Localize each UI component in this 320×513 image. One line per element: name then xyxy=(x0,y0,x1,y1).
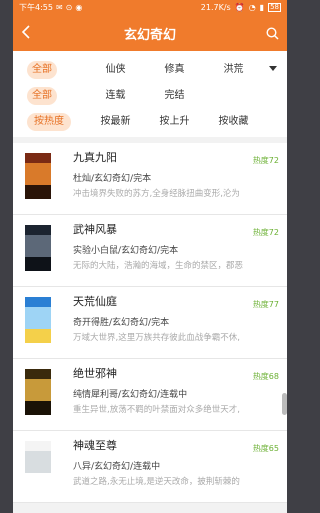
filter-category-honghuang[interactable]: 洪荒 xyxy=(204,61,263,79)
signal-icon: ▮ xyxy=(259,2,265,12)
sort-by-newest[interactable]: 按最新 xyxy=(86,113,145,131)
app-header: 玄幻奇幻 xyxy=(13,15,287,51)
sort-by-favorites[interactable]: 按收藏 xyxy=(204,113,263,131)
filter-category-xianxia[interactable]: 仙侠 xyxy=(86,61,145,79)
back-button[interactable] xyxy=(21,24,41,43)
book-info: 神魂至尊 八异/玄幻奇幻/连载中 武道之路,永无止境,是逆天改命，披荆斩棘的 xyxy=(73,438,277,502)
book-list: 九真九阳 杜灿/玄幻奇幻/完本 冲击境界失败的苏方,全身经脉扭曲变形,沦为 热度… xyxy=(13,143,287,503)
filter-status-serial[interactable]: 连载 xyxy=(86,87,145,105)
book-cover xyxy=(25,297,51,343)
heat-badge: 热度65 xyxy=(252,444,279,453)
book-info: 武神风暴 实验小白鼠/玄幻奇幻/完本 无际的大陆，浩瀚的海域，生命的禁区，郡恶 xyxy=(73,222,277,286)
book-title: 绝世邪神 xyxy=(73,367,117,380)
book-meta: 八异/玄幻奇幻/连载中 xyxy=(73,462,161,472)
scrollbar[interactable] xyxy=(282,393,287,415)
book-title: 九真九阳 xyxy=(73,151,117,164)
book-cover xyxy=(25,153,51,199)
search-button[interactable] xyxy=(259,26,279,40)
status-filter-row: 全部 连载 完结 xyxy=(13,83,287,109)
wifi-icon: ◔ xyxy=(248,2,256,12)
sort-filter-row: 按热度 按最新 按上升 按收藏 xyxy=(13,109,287,135)
book-title: 武神风暴 xyxy=(73,223,117,236)
book-item[interactable]: 九真九阳 杜灿/玄幻奇幻/完本 冲击境界失败的苏方,全身经脉扭曲变形,沦为 热度… xyxy=(13,143,287,215)
notification-icon: ✉ xyxy=(55,2,63,12)
book-meta: 奇开得胜/玄幻奇幻/完本 xyxy=(73,318,170,328)
book-info: 九真九阳 杜灿/玄幻奇幻/完本 冲击境界失败的苏方,全身经脉扭曲变形,沦为 xyxy=(73,150,277,214)
heat-badge: 热度68 xyxy=(252,372,279,381)
phone-screen: 下午4:55 ✉ ⊙ ◉ 21.7K/s ⏰ ◔ ▮ 58 玄幻奇幻 全部 仙侠… xyxy=(13,0,287,513)
book-item[interactable]: 天荒仙庭 奇开得胜/玄幻奇幻/完本 万域大世界,这里万族共存彼此血战争霸不休, … xyxy=(13,287,287,359)
heat-badge: 热度72 xyxy=(252,228,279,237)
filter-category-all[interactable]: 全部 xyxy=(27,61,57,79)
book-desc: 无际的大陆，浩瀚的海域，生命的禁区，郡恶 xyxy=(73,261,244,271)
book-meta: 实验小白鼠/玄幻奇幻/完本 xyxy=(73,246,179,256)
book-title: 神魂至尊 xyxy=(73,439,117,452)
book-desc: 冲击境界失败的苏方,全身经脉扭曲变形,沦为 xyxy=(73,189,240,199)
book-item[interactable]: 神魂至尊 八异/玄幻奇幻/连载中 武道之路,永无止境,是逆天改命，披荆斩棘的 热… xyxy=(13,431,287,503)
book-item[interactable]: 绝世邪神 纯情犀利哥/玄幻奇幻/连载中 重生异世,放荡不羁的叶禁面对众多绝世天才… xyxy=(13,359,287,431)
book-desc: 重生异世,放荡不羁的叶禁面对众多绝世天才, xyxy=(73,405,240,415)
heat-badge: 热度72 xyxy=(252,156,279,165)
expand-caret-icon[interactable] xyxy=(269,66,277,71)
book-desc: 武道之路,永无止境,是逆天改命，披荆斩棘的 xyxy=(73,477,240,487)
book-cover xyxy=(25,225,51,271)
book-title: 天荒仙庭 xyxy=(73,295,117,308)
filter-panel: 全部 仙侠 修真 洪荒 全部 连载 完结 按热度 按最新 按上升 按收藏 xyxy=(13,51,287,137)
battery-icon: 58 xyxy=(268,3,281,12)
book-cover xyxy=(25,441,51,487)
book-item[interactable]: 武神风暴 实验小白鼠/玄幻奇幻/完本 无际的大陆，浩瀚的海域，生命的禁区，郡恶 … xyxy=(13,215,287,287)
notification-icon-2: ⊙ xyxy=(65,2,73,12)
book-meta: 杜灿/玄幻奇幻/完本 xyxy=(73,174,152,184)
sort-by-heat[interactable]: 按热度 xyxy=(27,113,71,131)
heat-badge: 热度77 xyxy=(252,300,279,309)
filter-status-all[interactable]: 全部 xyxy=(27,87,57,105)
filter-category-xiuzhen[interactable]: 修真 xyxy=(145,61,204,79)
book-cover xyxy=(25,369,51,415)
notification-icon-3: ◉ xyxy=(75,2,83,12)
sort-by-rising[interactable]: 按上升 xyxy=(145,113,204,131)
chevron-left-icon xyxy=(21,24,30,39)
search-icon xyxy=(266,26,279,40)
book-info: 绝世邪神 纯情犀利哥/玄幻奇幻/连载中 重生异世,放荡不羁的叶禁面对众多绝世天才… xyxy=(73,366,277,430)
filter-status-complete[interactable]: 完结 xyxy=(145,87,204,105)
book-desc: 万域大世界,这里万族共存彼此血战争霸不休, xyxy=(73,333,240,343)
status-time: 下午4:55 xyxy=(19,3,53,12)
status-speed: 21.7K/s xyxy=(200,3,231,12)
status-bar: 下午4:55 ✉ ⊙ ◉ 21.7K/s ⏰ ◔ ▮ 58 xyxy=(13,0,287,15)
book-info: 天荒仙庭 奇开得胜/玄幻奇幻/完本 万域大世界,这里万族共存彼此血战争霸不休, xyxy=(73,294,277,358)
page-title: 玄幻奇幻 xyxy=(123,27,176,43)
category-filter-row: 全部 仙侠 修真 洪荒 xyxy=(13,57,287,83)
alarm-icon: ⏰ xyxy=(234,2,245,12)
book-meta: 纯情犀利哥/玄幻奇幻/连载中 xyxy=(73,390,188,400)
